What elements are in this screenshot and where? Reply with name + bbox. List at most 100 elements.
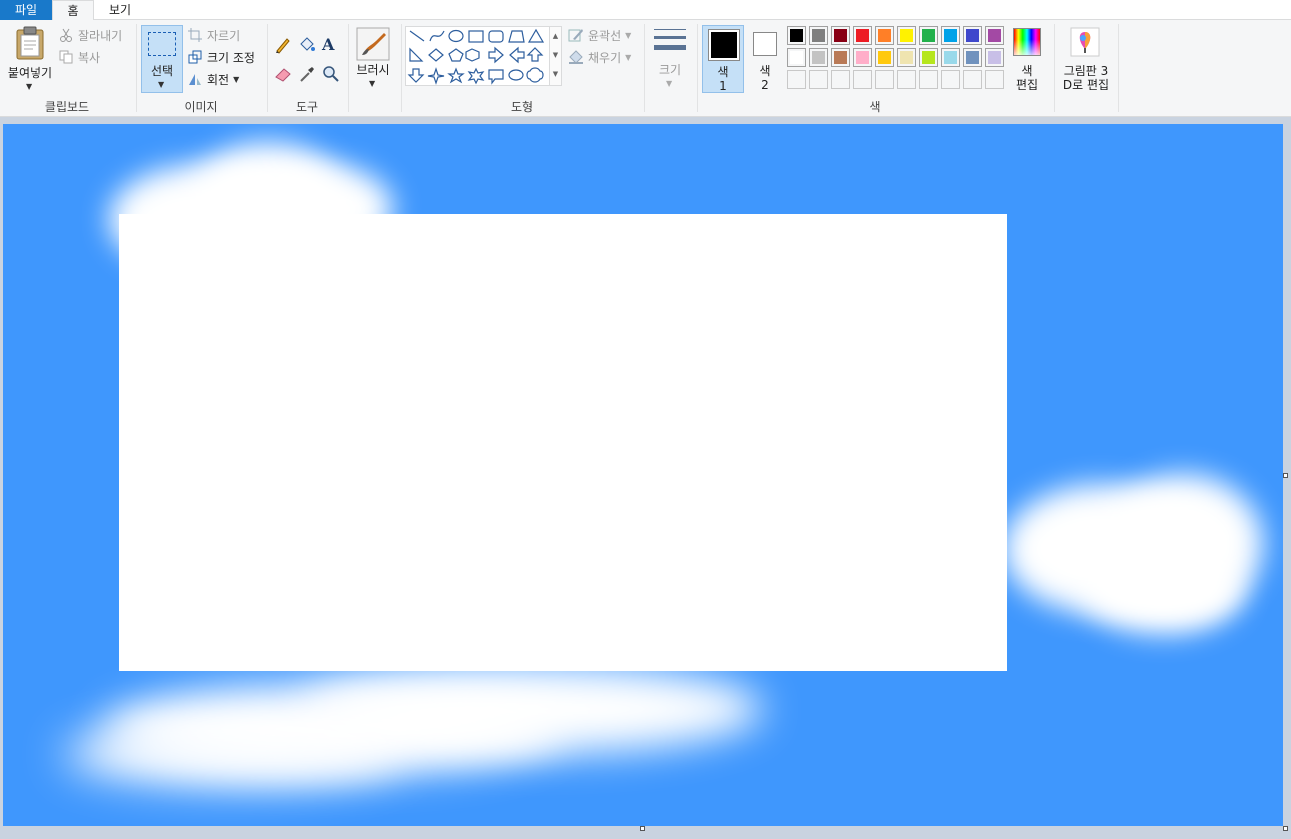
rotate-label: 회전 bbox=[207, 72, 230, 87]
size-label: 크기 bbox=[658, 63, 682, 77]
fill-bucket-icon[interactable] bbox=[298, 36, 316, 54]
separator bbox=[1054, 24, 1055, 112]
cloud-right-puff bbox=[1083, 544, 1243, 634]
outline-pen-icon bbox=[568, 27, 584, 43]
outline-dropdown-arrow[interactable]: ▼ bbox=[625, 31, 631, 40]
paint3d-icon bbox=[1070, 27, 1100, 57]
size-button[interactable]: 크기 ▼ bbox=[648, 25, 692, 93]
select-rectangle-icon bbox=[148, 32, 176, 56]
white-rectangle bbox=[119, 214, 1007, 671]
select-dropdown-arrow[interactable]: ▼ bbox=[158, 80, 164, 89]
color2-swatch bbox=[753, 32, 777, 56]
image-group-label: 이미지 bbox=[184, 100, 218, 114]
colors-group-label: 색 bbox=[869, 100, 881, 114]
paste-label: 붙여넣기 bbox=[7, 66, 53, 80]
text-icon[interactable]: A bbox=[322, 35, 334, 54]
cut-button[interactable]: 잘라내기 bbox=[58, 25, 122, 45]
fill-dropdown-arrow[interactable]: ▼ bbox=[625, 53, 631, 62]
resize-button[interactable]: 크기 조정 bbox=[187, 47, 255, 67]
edit-colors-button[interactable]: 색 편집 bbox=[1008, 25, 1048, 93]
edit-with-paint3d-button[interactable]: 그림판 3 D로 편집 bbox=[1058, 25, 1114, 105]
palette-custom-swatch[interactable] bbox=[897, 70, 916, 89]
color-spectrum-icon bbox=[1013, 28, 1041, 56]
shapes-scrollbar[interactable]: ▲ ▼ ▼ bbox=[549, 27, 561, 85]
palette-custom-swatch[interactable] bbox=[941, 70, 960, 89]
resize-icon bbox=[187, 49, 203, 65]
palette-color-swatch[interactable] bbox=[875, 26, 894, 45]
outline-button[interactable]: 윤곽선 ▼ bbox=[568, 25, 631, 45]
separator bbox=[644, 24, 645, 112]
color1-button[interactable]: 색 1 bbox=[702, 25, 744, 93]
palette-custom-swatch[interactable] bbox=[809, 70, 828, 89]
brushes-dropdown-arrow[interactable]: ▼ bbox=[369, 79, 375, 88]
palette-color-swatch[interactable] bbox=[985, 48, 1004, 67]
edit-colors-label: 색 편집 bbox=[1015, 64, 1039, 92]
clipboard-group-label: 클립보드 bbox=[44, 100, 90, 114]
copy-button[interactable]: 복사 bbox=[58, 47, 100, 67]
color-picker-icon[interactable] bbox=[298, 65, 316, 83]
tools-group-label: 도구 bbox=[295, 100, 319, 114]
tab-file[interactable]: 파일 bbox=[0, 0, 52, 20]
paste-dropdown-arrow[interactable]: ▼ bbox=[26, 82, 32, 91]
palette-color-swatch[interactable] bbox=[853, 26, 872, 45]
fill-button[interactable]: 채우기 ▼ bbox=[568, 47, 631, 67]
eraser-icon[interactable] bbox=[274, 65, 292, 83]
copy-label: 복사 bbox=[78, 50, 101, 65]
resize-label: 크기 조정 bbox=[207, 50, 255, 65]
palette-custom-swatch[interactable] bbox=[919, 70, 938, 89]
palette-custom-swatch[interactable] bbox=[831, 70, 850, 89]
palette-color-swatch[interactable] bbox=[919, 26, 938, 45]
crop-button[interactable]: 자르기 bbox=[187, 25, 240, 45]
palette-color-swatch[interactable] bbox=[853, 48, 872, 67]
palette-custom-swatch[interactable] bbox=[985, 70, 1004, 89]
tab-home[interactable]: 홈 bbox=[52, 0, 94, 21]
palette-color-swatch[interactable] bbox=[831, 26, 850, 45]
ribbon-tab-bar: 파일 홈 보기 bbox=[0, 0, 1291, 21]
palette-custom-swatch[interactable] bbox=[875, 70, 894, 89]
palette-color-swatch[interactable] bbox=[919, 48, 938, 67]
palette-color-swatch[interactable] bbox=[787, 48, 806, 67]
palette-color-swatch[interactable] bbox=[941, 26, 960, 45]
tab-view[interactable]: 보기 bbox=[96, 0, 144, 20]
shapes-gallery[interactable]: ▲ ▼ ▼ bbox=[405, 26, 562, 86]
magnifier-icon[interactable] bbox=[322, 65, 340, 83]
rotate-dropdown-arrow[interactable]: ▼ bbox=[233, 75, 239, 84]
palette-custom-swatch[interactable] bbox=[963, 70, 982, 89]
palette-color-swatch[interactable] bbox=[963, 26, 982, 45]
pencil-icon[interactable] bbox=[274, 36, 292, 54]
shapes-gallery-icons bbox=[407, 28, 545, 85]
canvas-area bbox=[0, 118, 1291, 839]
palette-color-swatch[interactable] bbox=[985, 26, 1004, 45]
drawing-canvas[interactable] bbox=[3, 124, 1283, 826]
copy-icon bbox=[58, 49, 74, 65]
brushes-label: 브러시 bbox=[356, 63, 390, 77]
select-button[interactable]: 선택 ▼ bbox=[141, 25, 183, 93]
canvas-resize-handle-corner[interactable] bbox=[1283, 826, 1288, 831]
size-dropdown-arrow[interactable]: ▼ bbox=[666, 79, 672, 88]
clipboard-icon bbox=[16, 26, 44, 60]
fill-icon bbox=[568, 49, 584, 65]
palette-color-swatch[interactable] bbox=[897, 26, 916, 45]
palette-color-swatch[interactable] bbox=[875, 48, 894, 67]
ribbon: 붙여넣기 ▼ 잘라내기 복사 클립보드 선택 ▼ 자르기 크기 조정 회전 ▼ … bbox=[0, 20, 1291, 117]
paste-button[interactable]: 붙여넣기 ▼ bbox=[4, 24, 56, 92]
palette-color-swatch[interactable] bbox=[897, 48, 916, 67]
canvas-resize-handle-bottom[interactable] bbox=[640, 826, 645, 831]
separator bbox=[348, 24, 349, 112]
palette-color-swatch[interactable] bbox=[809, 26, 828, 45]
palette-color-swatch[interactable] bbox=[809, 48, 828, 67]
rotate-button[interactable]: 회전 ▼ bbox=[187, 69, 239, 89]
fill-label: 채우기 bbox=[588, 50, 622, 65]
canvas-resize-handle-right[interactable] bbox=[1283, 473, 1288, 478]
color1-label: 색 1 bbox=[717, 65, 729, 93]
palette-color-swatch[interactable] bbox=[941, 48, 960, 67]
palette-color-swatch[interactable] bbox=[831, 48, 850, 67]
brush-icon bbox=[356, 27, 390, 61]
size-lines-icon bbox=[654, 29, 686, 50]
brushes-button[interactable]: 브러시 ▼ bbox=[352, 25, 394, 93]
palette-color-swatch[interactable] bbox=[787, 26, 806, 45]
palette-custom-swatch[interactable] bbox=[787, 70, 806, 89]
color2-button[interactable]: 색 2 bbox=[747, 25, 783, 93]
palette-custom-swatch[interactable] bbox=[853, 70, 872, 89]
palette-color-swatch[interactable] bbox=[963, 48, 982, 67]
